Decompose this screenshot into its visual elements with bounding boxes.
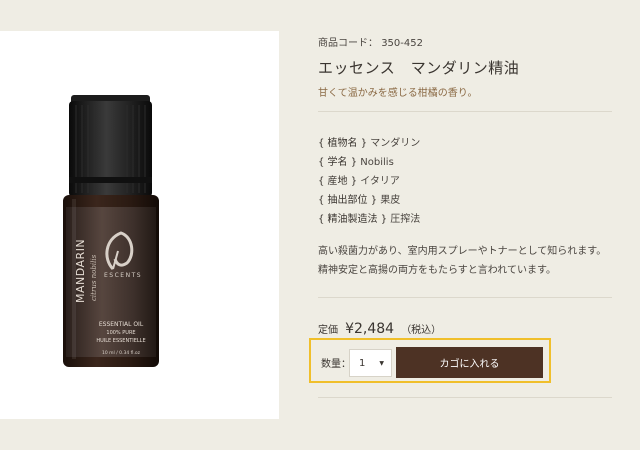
spec-value: 果皮 xyxy=(380,195,401,206)
spec-key: { 産地 } xyxy=(318,176,358,187)
spec-row-production-method: { 精油製造法 } 圧搾法 xyxy=(318,210,420,229)
purchase-box: 数量： 1 ▼ カゴに入れる xyxy=(309,338,551,383)
spec-key: { 学名 } xyxy=(318,157,358,168)
quantity-select[interactable]: 1 ▼ xyxy=(349,349,392,377)
divider xyxy=(318,297,612,298)
price-label: 定価 xyxy=(318,325,338,336)
glass-highlight xyxy=(72,199,76,359)
price-value: ¥2,484 xyxy=(345,321,395,337)
divider xyxy=(318,397,612,398)
product-tagline: 甘くて温かみを感じる柑橘の香り。 xyxy=(318,88,478,99)
spec-value: イタリア xyxy=(360,176,400,187)
product-price: 定価 ¥2,484 （税込） xyxy=(318,318,441,337)
add-to-cart-button[interactable]: カゴに入れる xyxy=(396,347,543,378)
product-title: エッセンス マンダリン精油 xyxy=(318,59,520,77)
bottle-brand-text: ESCENTS xyxy=(104,272,142,279)
spec-value: マンダリン xyxy=(370,138,421,149)
product-code: 商品コード： 350-452 xyxy=(318,34,423,49)
chevron-down-icon: ▼ xyxy=(379,360,384,367)
bottle-line3-text: HUILE ESSENTIELLE xyxy=(96,338,145,344)
spec-row-extraction-part: { 抽出部位 } 果皮 xyxy=(318,191,420,210)
product-code-value: 350-452 xyxy=(381,38,423,49)
spec-row-scientific-name: { 学名 } Nobilis xyxy=(318,153,420,172)
spec-key: { 抽出部位 } xyxy=(318,195,378,206)
spec-value: Nobilis xyxy=(360,157,394,168)
divider xyxy=(318,111,612,112)
spec-value: 圧搾法 xyxy=(390,214,421,225)
spec-key: { 精油製造法 } xyxy=(318,214,388,225)
essential-oil-bottle-image: ESCENTS MANDARIN citrus nobilis ESSENTIA… xyxy=(63,95,159,367)
price-tax-note: （税込） xyxy=(401,325,442,336)
bottle-line1-text: ESSENTIAL OIL xyxy=(99,321,144,328)
quantity-label: 数量： xyxy=(321,359,351,370)
quantity-value: 1 xyxy=(359,358,366,369)
spec-key: { 植物名 } xyxy=(318,138,368,149)
bottle-line2-text: 100% PURE xyxy=(106,330,135,336)
product-code-label: 商品コード： xyxy=(318,38,378,49)
product-specs: { 植物名 } マンダリン { 学名 } Nobilis { 産地 } イタリア… xyxy=(318,134,420,229)
description-line: 高い殺菌力があり、室内用スプレーやトナーとして知られます。 xyxy=(318,246,607,257)
spec-row-origin: { 産地 } イタリア xyxy=(318,172,420,191)
bottle-latin-text: citrus nobilis xyxy=(90,254,98,301)
cap-ring xyxy=(69,177,152,183)
product-image: ESCENTS MANDARIN citrus nobilis ESSENTIA… xyxy=(0,31,279,419)
bottle-volume-text: 10 ml / 0.34 fl.oz xyxy=(102,350,141,356)
spec-row-plant-name: { 植物名 } マンダリン xyxy=(318,134,420,153)
description-line: 精神安定と高揚の両方をもたらすと言われています。 xyxy=(318,265,556,276)
product-description: 高い殺菌力があり、室内用スプレーやトナーとして知られます。 精神安定と高揚の両方… xyxy=(318,242,606,280)
